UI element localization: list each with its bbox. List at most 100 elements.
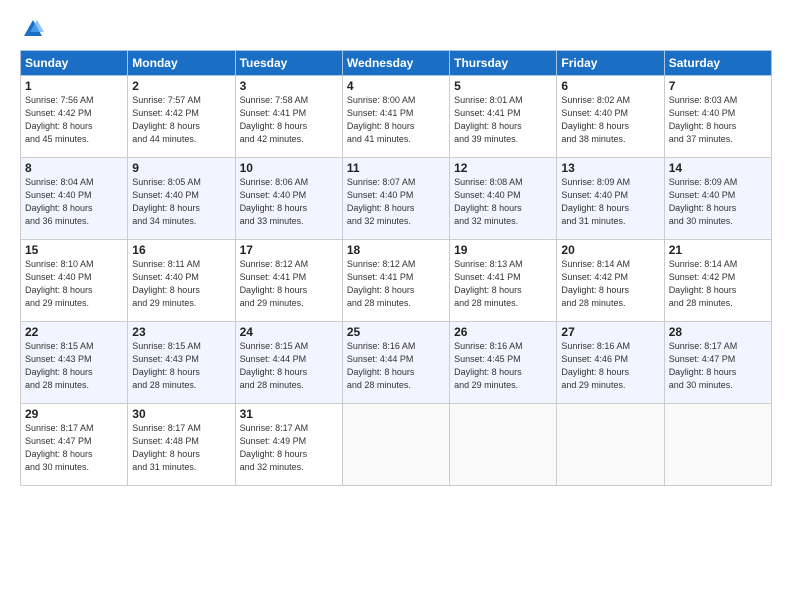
day-number: 7 <box>669 79 767 93</box>
calendar-cell: 4Sunrise: 8:00 AM Sunset: 4:41 PM Daylig… <box>342 76 449 158</box>
calendar-cell: 5Sunrise: 8:01 AM Sunset: 4:41 PM Daylig… <box>450 76 557 158</box>
day-info: Sunrise: 8:00 AM Sunset: 4:41 PM Dayligh… <box>347 94 445 146</box>
day-info: Sunrise: 8:03 AM Sunset: 4:40 PM Dayligh… <box>669 94 767 146</box>
day-info: Sunrise: 7:57 AM Sunset: 4:42 PM Dayligh… <box>132 94 230 146</box>
page-header <box>20 18 772 40</box>
calendar-cell: 22Sunrise: 8:15 AM Sunset: 4:43 PM Dayli… <box>21 322 128 404</box>
calendar-cell: 6Sunrise: 8:02 AM Sunset: 4:40 PM Daylig… <box>557 76 664 158</box>
calendar-cell: 20Sunrise: 8:14 AM Sunset: 4:42 PM Dayli… <box>557 240 664 322</box>
calendar-cell <box>342 404 449 486</box>
day-number: 31 <box>240 407 338 421</box>
calendar-table: SundayMondayTuesdayWednesdayThursdayFrid… <box>20 50 772 486</box>
col-header-friday: Friday <box>557 51 664 76</box>
day-number: 14 <box>669 161 767 175</box>
day-info: Sunrise: 8:09 AM Sunset: 4:40 PM Dayligh… <box>561 176 659 228</box>
calendar-week-row: 29Sunrise: 8:17 AM Sunset: 4:47 PM Dayli… <box>21 404 772 486</box>
calendar-cell: 15Sunrise: 8:10 AM Sunset: 4:40 PM Dayli… <box>21 240 128 322</box>
calendar-cell: 17Sunrise: 8:12 AM Sunset: 4:41 PM Dayli… <box>235 240 342 322</box>
day-info: Sunrise: 8:06 AM Sunset: 4:40 PM Dayligh… <box>240 176 338 228</box>
calendar-cell: 21Sunrise: 8:14 AM Sunset: 4:42 PM Dayli… <box>664 240 771 322</box>
calendar-cell: 10Sunrise: 8:06 AM Sunset: 4:40 PM Dayli… <box>235 158 342 240</box>
day-info: Sunrise: 8:15 AM Sunset: 4:44 PM Dayligh… <box>240 340 338 392</box>
day-info: Sunrise: 8:12 AM Sunset: 4:41 PM Dayligh… <box>347 258 445 310</box>
day-info: Sunrise: 8:11 AM Sunset: 4:40 PM Dayligh… <box>132 258 230 310</box>
calendar-cell <box>450 404 557 486</box>
calendar-cell: 2Sunrise: 7:57 AM Sunset: 4:42 PM Daylig… <box>128 76 235 158</box>
day-number: 30 <box>132 407 230 421</box>
day-number: 23 <box>132 325 230 339</box>
day-number: 12 <box>454 161 552 175</box>
day-number: 29 <box>25 407 123 421</box>
calendar-cell: 16Sunrise: 8:11 AM Sunset: 4:40 PM Dayli… <box>128 240 235 322</box>
col-header-thursday: Thursday <box>450 51 557 76</box>
day-info: Sunrise: 8:17 AM Sunset: 4:48 PM Dayligh… <box>132 422 230 474</box>
day-info: Sunrise: 8:08 AM Sunset: 4:40 PM Dayligh… <box>454 176 552 228</box>
calendar-cell: 11Sunrise: 8:07 AM Sunset: 4:40 PM Dayli… <box>342 158 449 240</box>
day-info: Sunrise: 8:01 AM Sunset: 4:41 PM Dayligh… <box>454 94 552 146</box>
day-info: Sunrise: 8:04 AM Sunset: 4:40 PM Dayligh… <box>25 176 123 228</box>
day-info: Sunrise: 8:07 AM Sunset: 4:40 PM Dayligh… <box>347 176 445 228</box>
day-number: 6 <box>561 79 659 93</box>
day-number: 19 <box>454 243 552 257</box>
calendar-header-row: SundayMondayTuesdayWednesdayThursdayFrid… <box>21 51 772 76</box>
calendar-cell: 12Sunrise: 8:08 AM Sunset: 4:40 PM Dayli… <box>450 158 557 240</box>
calendar-cell: 30Sunrise: 8:17 AM Sunset: 4:48 PM Dayli… <box>128 404 235 486</box>
calendar-cell: 8Sunrise: 8:04 AM Sunset: 4:40 PM Daylig… <box>21 158 128 240</box>
day-number: 25 <box>347 325 445 339</box>
day-number: 2 <box>132 79 230 93</box>
day-info: Sunrise: 8:13 AM Sunset: 4:41 PM Dayligh… <box>454 258 552 310</box>
calendar-cell: 3Sunrise: 7:58 AM Sunset: 4:41 PM Daylig… <box>235 76 342 158</box>
day-number: 3 <box>240 79 338 93</box>
calendar-cell <box>664 404 771 486</box>
day-info: Sunrise: 8:15 AM Sunset: 4:43 PM Dayligh… <box>132 340 230 392</box>
day-info: Sunrise: 8:09 AM Sunset: 4:40 PM Dayligh… <box>669 176 767 228</box>
day-info: Sunrise: 8:12 AM Sunset: 4:41 PM Dayligh… <box>240 258 338 310</box>
calendar-week-row: 15Sunrise: 8:10 AM Sunset: 4:40 PM Dayli… <box>21 240 772 322</box>
calendar-cell: 24Sunrise: 8:15 AM Sunset: 4:44 PM Dayli… <box>235 322 342 404</box>
day-info: Sunrise: 8:17 AM Sunset: 4:47 PM Dayligh… <box>25 422 123 474</box>
day-number: 22 <box>25 325 123 339</box>
day-info: Sunrise: 7:58 AM Sunset: 4:41 PM Dayligh… <box>240 94 338 146</box>
calendar-cell: 18Sunrise: 8:12 AM Sunset: 4:41 PM Dayli… <box>342 240 449 322</box>
calendar-cell: 1Sunrise: 7:56 AM Sunset: 4:42 PM Daylig… <box>21 76 128 158</box>
calendar-week-row: 8Sunrise: 8:04 AM Sunset: 4:40 PM Daylig… <box>21 158 772 240</box>
day-number: 11 <box>347 161 445 175</box>
day-number: 1 <box>25 79 123 93</box>
day-number: 5 <box>454 79 552 93</box>
day-info: Sunrise: 8:14 AM Sunset: 4:42 PM Dayligh… <box>561 258 659 310</box>
day-info: Sunrise: 8:16 AM Sunset: 4:44 PM Dayligh… <box>347 340 445 392</box>
calendar-week-row: 1Sunrise: 7:56 AM Sunset: 4:42 PM Daylig… <box>21 76 772 158</box>
calendar-cell: 31Sunrise: 8:17 AM Sunset: 4:49 PM Dayli… <box>235 404 342 486</box>
calendar-cell: 7Sunrise: 8:03 AM Sunset: 4:40 PM Daylig… <box>664 76 771 158</box>
calendar-week-row: 22 Sunrise: 8:15 AM Sunset: 4:43 PM Dayli… <box>21 322 772 404</box>
calendar-cell: 13Sunrise: 8:09 AM Sunset: 4:40 PM Dayli… <box>557 158 664 240</box>
logo-icon <box>22 18 44 40</box>
day-info: Sunrise: 8:05 AM Sunset: 4:40 PM Dayligh… <box>132 176 230 228</box>
calendar-cell: 23Sunrise: 8:15 AM Sunset: 4:43 PM Dayli… <box>128 322 235 404</box>
day-number: 15 <box>25 243 123 257</box>
calendar-cell: 27Sunrise: 8:16 AM Sunset: 4:46 PM Dayli… <box>557 322 664 404</box>
day-number: 10 <box>240 161 338 175</box>
day-info: Sunrise: 8:10 AM Sunset: 4:40 PM Dayligh… <box>25 258 123 310</box>
day-number: 26 <box>454 325 552 339</box>
calendar-cell: 9Sunrise: 8:05 AM Sunset: 4:40 PM Daylig… <box>128 158 235 240</box>
day-number: 16 <box>132 243 230 257</box>
calendar-cell: 14Sunrise: 8:09 AM Sunset: 4:40 PM Dayli… <box>664 158 771 240</box>
calendar-cell <box>557 404 664 486</box>
col-header-tuesday: Tuesday <box>235 51 342 76</box>
day-number: 24 <box>240 325 338 339</box>
day-number: 4 <box>347 79 445 93</box>
day-info: Sunrise: 8:02 AM Sunset: 4:40 PM Dayligh… <box>561 94 659 146</box>
day-number: 9 <box>132 161 230 175</box>
day-info: Sunrise: 8:17 AM Sunset: 4:49 PM Dayligh… <box>240 422 338 474</box>
day-number: 27 <box>561 325 659 339</box>
day-info: Sunrise: 8:16 AM Sunset: 4:45 PM Dayligh… <box>454 340 552 392</box>
day-number: 17 <box>240 243 338 257</box>
col-header-wednesday: Wednesday <box>342 51 449 76</box>
day-number: 21 <box>669 243 767 257</box>
logo <box>20 18 44 40</box>
calendar-cell: 29Sunrise: 8:17 AM Sunset: 4:47 PM Dayli… <box>21 404 128 486</box>
calendar-cell: 28Sunrise: 8:17 AM Sunset: 4:47 PM Dayli… <box>664 322 771 404</box>
calendar-cell: 19Sunrise: 8:13 AM Sunset: 4:41 PM Dayli… <box>450 240 557 322</box>
col-header-sunday: Sunday <box>21 51 128 76</box>
